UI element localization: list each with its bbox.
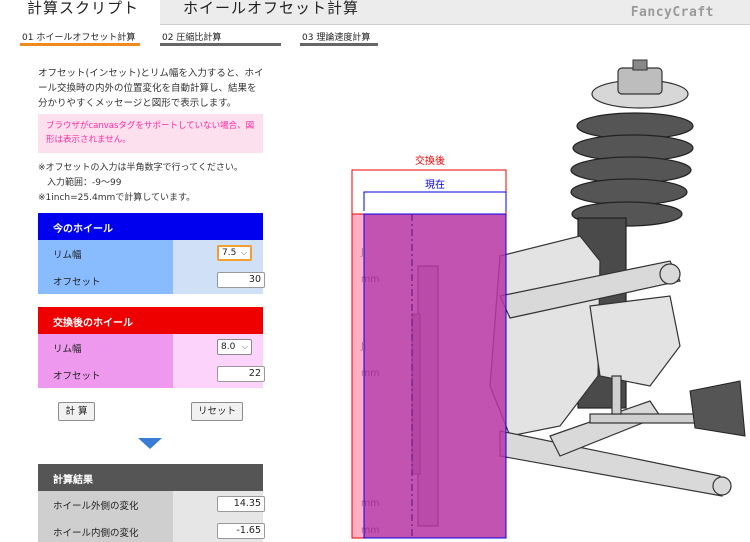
intro-text: オフセット(インセット)とリム幅を入力すると、ホイ ール交換時の内外の位置変化を…	[38, 66, 266, 111]
new-offset-cell: 22 mm	[173, 361, 380, 388]
note-line: 入力範囲：-9〜99	[38, 178, 122, 188]
result-title: 計算結果	[38, 464, 263, 491]
chevron-down-icon: ⌵	[240, 248, 247, 257]
warning-line: ブラウザがcanvasタグをサポートしていない場合、図	[46, 121, 255, 131]
current-rim-cell: 7.5 ⌵ J	[173, 240, 364, 267]
new-wheel-panel: 交換後のホイール リム幅 8.0 ⌵ J オフセット 22 mm	[38, 307, 380, 388]
inner-change-label: ホイール内側の変化	[38, 518, 173, 542]
page-title: ホイールオフセット計算	[183, 0, 360, 17]
intro-line: オフセット(インセット)とリム幅を入力すると、ホイ	[38, 68, 264, 79]
current-wheel-panel: 今のホイール リム幅 7.5 ⌵ J オフセット 30 mm	[38, 213, 380, 294]
new-offset-input[interactable]: 22	[217, 366, 265, 382]
inner-change-value: -1.65	[217, 523, 265, 539]
new-wheel-title: 交換後のホイール	[38, 307, 263, 334]
after-label: 交換後	[415, 156, 445, 167]
current-rim-value: 7.5	[222, 248, 237, 258]
arrow-down-icon	[138, 438, 162, 449]
coil-spring	[570, 112, 694, 227]
chevron-down-icon: ⌵	[241, 342, 248, 351]
canvas-warning: ブラウザがcanvasタグをサポートしていない場合、図 形は表示されません。	[38, 114, 263, 153]
strut-top-mount	[591, 59, 689, 109]
current-rim-row: リム幅 7.5 ⌵ J	[38, 240, 364, 267]
new-offset-row: オフセット 22 mm	[38, 361, 380, 388]
new-offset-label: オフセット	[38, 361, 173, 388]
input-notes: ※オフセットの入力は半角数字で行ってください。 入力範囲：-9〜99 ※1inc…	[38, 161, 278, 206]
inner-change-row: ホイール内側の変化 -1.65 mm	[38, 518, 380, 542]
result-panel: 計算結果 ホイール外側の変化 14.35 mm ホイール内側の変化 -1.65 …	[38, 464, 380, 542]
calculate-button[interactable]: 計 算	[58, 402, 95, 421]
top-header: 計算スクリプト ホイールオフセット計算 FancyCraft	[0, 0, 750, 25]
current-rim-label: リム幅	[38, 240, 173, 267]
reset-button[interactable]: リセット	[191, 402, 243, 421]
new-rim-row: リム幅 8.0 ⌵ J	[38, 334, 364, 361]
intro-line: 分かりやすくメッセージと図形で表示します。	[38, 98, 237, 109]
current-rim-select[interactable]: 7.5 ⌵	[217, 245, 252, 261]
new-rim-value: 8.0	[221, 342, 236, 352]
suspension-diagram: 交換後 現在	[350, 56, 750, 542]
new-rim-cell: 8.0 ⌵ J	[173, 334, 364, 361]
app-title[interactable]: 計算スクリプト	[27, 0, 139, 18]
outer-change-label: ホイール外側の変化	[38, 491, 173, 518]
wheel-overlay	[351, 213, 507, 539]
intro-line: ール交換時の内外の位置変化を自動計算し、結果を	[38, 83, 257, 94]
calc-nav: 01 ホイールオフセット計算 02 圧縮比計算 03 理論速度計算	[0, 30, 750, 48]
current-offset-input[interactable]: 30	[217, 272, 265, 288]
new-rim-select[interactable]: 8.0 ⌵	[217, 339, 252, 355]
cv-boot	[689, 380, 746, 437]
outer-change-cell: 14.35 mm	[173, 491, 380, 518]
outer-change-value: 14.35	[217, 496, 265, 512]
current-offset-row: オフセット 30 mm	[38, 267, 380, 294]
suspension-illustration	[351, 59, 746, 539]
current-wheel-title: 今のホイール	[38, 213, 263, 240]
inner-change-cell: -1.65 mm	[173, 518, 380, 542]
tab-wheel-offset[interactable]: 01 ホイールオフセット計算	[20, 30, 140, 46]
warning-line: 形は表示されません。	[46, 135, 131, 145]
new-rim-label: リム幅	[38, 334, 173, 361]
current-wheel-rect	[363, 213, 507, 539]
current-width-bracket	[363, 191, 507, 211]
tab-theoretical-speed[interactable]: 03 理論速度計算	[300, 30, 378, 46]
note-line: ※1inch=25.4mmで計算しています。	[38, 193, 196, 203]
outer-change-row: ホイール外側の変化 14.35 mm	[38, 491, 380, 518]
note-line: ※オフセットの入力は半角数字で行ってください。	[38, 163, 243, 173]
current-offset-cell: 30 mm	[173, 267, 380, 294]
current-label: 現在	[425, 180, 445, 191]
brand-logo[interactable]: FancyCraft	[631, 5, 714, 20]
current-offset-label: オフセット	[38, 267, 173, 294]
tab-compression-ratio[interactable]: 02 圧縮比計算	[160, 30, 281, 46]
